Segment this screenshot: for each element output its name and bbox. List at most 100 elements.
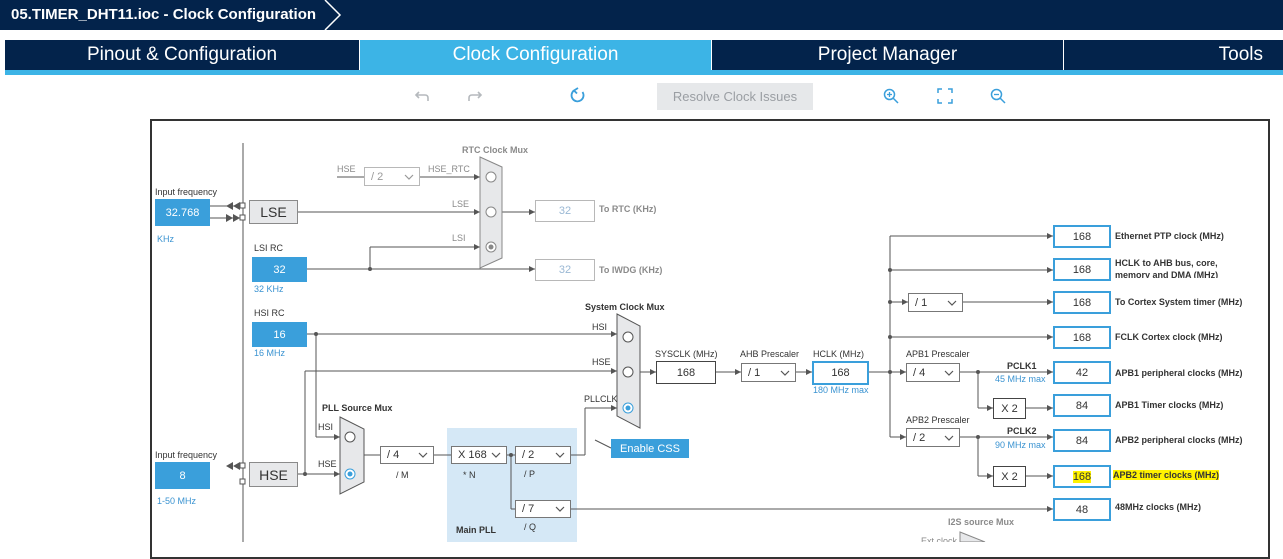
chevron-down-icon: [555, 506, 565, 512]
apb1-prescaler-value: / 4: [913, 366, 926, 379]
chevron-down-icon: [947, 300, 957, 306]
ahb-prescaler-select[interactable]: / 1: [741, 363, 796, 382]
hsi-unit: 16 MHz: [254, 348, 286, 358]
apb1-timer-value: 84: [1053, 394, 1111, 417]
chevron-down-icon: [944, 435, 954, 441]
rtc-hse-rtc-label: HSE_RTC: [428, 164, 470, 174]
pll-source-mux-title: PLL Source Mux: [322, 403, 393, 413]
fclk-cortex-value: 168: [1053, 326, 1111, 349]
sysmux-hsi-label: HSI: [592, 322, 608, 332]
pll-q-label: / Q: [524, 522, 537, 532]
pll-n-multiplier[interactable]: X 168: [451, 446, 507, 464]
main-pll-title: Main PLL: [456, 525, 496, 535]
pll-source-hse-label: HSE: [318, 459, 337, 469]
usb-48mhz-label: 48MHz clocks (MHz): [1115, 502, 1202, 512]
hclk-max: 180 MHz max: [813, 385, 869, 395]
system-mux-shape: [616, 313, 641, 429]
chevron-down-icon: [404, 174, 414, 180]
pll-n-value: X 168: [458, 449, 487, 461]
lsi-unit: 32 KHz: [254, 284, 284, 294]
i2s-mux-shape: [959, 531, 986, 542]
chevron-down-icon: [780, 370, 790, 376]
pclk2-max: 90 MHz max: [995, 440, 1046, 450]
apb1-peripheral-label: APB1 peripheral clocks (MHz): [1115, 368, 1243, 378]
apb1-peripheral-value: 42: [1053, 361, 1111, 384]
rtc-hse-label: HSE: [337, 164, 356, 174]
sysmux-pllclk-label: PLLCLK: [584, 394, 618, 404]
apb2-peripheral-value: 84: [1053, 429, 1111, 452]
system-clock-mux-title: System Clock Mux: [585, 302, 665, 312]
to-rtc-value: 32: [535, 200, 595, 222]
hse-range: 1-50 MHz: [157, 496, 197, 506]
sysmux-hse-label: HSE: [592, 357, 611, 367]
rtc-lse-label: LSE: [452, 199, 470, 209]
chevron-down-icon: [491, 452, 501, 458]
to-iwdg-value: 32: [535, 259, 595, 281]
apb2-timer-label-text: APB2 timer clocks (MHz): [1113, 470, 1220, 480]
apb1-timer-multiplier: X 2: [993, 398, 1026, 419]
pll-m-divider[interactable]: / 4: [380, 446, 434, 464]
pll-p-label: / P: [524, 469, 536, 479]
apb2-timer-value-text: 168: [1072, 470, 1092, 483]
hse-input-frequency[interactable]: 8: [155, 462, 210, 489]
rtc-mux-shape: [479, 156, 503, 269]
rtc-hse-divider-value: / 2: [371, 170, 384, 183]
apb1-prescaler-select[interactable]: / 4: [906, 363, 960, 382]
pll-q-divider[interactable]: / 7: [515, 500, 571, 518]
sysclk-label: SYSCLK (MHz): [655, 349, 718, 359]
to-iwdg-label: To IWDG (KHz): [599, 265, 663, 275]
hclk-value[interactable]: 168: [812, 361, 869, 385]
pclk1-max: 45 MHz max: [995, 374, 1046, 384]
cortex-timer-divider-value: / 1: [915, 296, 928, 309]
rtc-hse-divider[interactable]: / 2: [364, 167, 420, 186]
ethernet-ptp-clock-label: Ethernet PTP clock (MHz): [1115, 231, 1224, 241]
i2s-source-mux-title: I2S source Mux: [948, 517, 1015, 527]
apb2-timer-multiplier: X 2: [993, 466, 1026, 487]
pclk1-label: PCLK1: [1007, 361, 1037, 371]
pll-p-divider[interactable]: / 2: [515, 446, 571, 464]
hclk-ahb-value: 168: [1053, 258, 1111, 281]
ahb-prescaler-label: AHB Prescaler: [740, 349, 800, 359]
rtc-mux-title: RTC Clock Mux: [462, 145, 529, 155]
cortex-timer-value: 168: [1053, 291, 1111, 314]
hclk-ahb-label: HCLK to AHB bus, core, memory and DMA (M…: [1115, 258, 1219, 278]
hclk-label: HCLK (MHz): [813, 349, 864, 359]
chevron-down-icon: [555, 452, 565, 458]
sysclk-value: 168: [656, 361, 716, 384]
i2s-ext-clock-label: Ext clock: [921, 536, 958, 542]
pclk2-label: PCLK2: [1007, 426, 1037, 436]
pll-source-mux-shape: [339, 416, 365, 495]
pll-source-hsi-label: HSI: [318, 422, 334, 432]
apb2-timer-value: 168: [1053, 465, 1111, 488]
lse-input-label: Input frequency: [155, 187, 218, 197]
usb-48mhz-value: 48: [1053, 498, 1111, 521]
ethernet-ptp-clock-value: 168: [1053, 225, 1111, 248]
apb2-peripheral-label: APB2 peripheral clocks (MHz): [1115, 435, 1243, 445]
hse-input-label: Input frequency: [155, 450, 218, 460]
apb1-prescaler-label: APB1 Prescaler: [906, 349, 970, 359]
lsi-label: LSI RC: [254, 243, 284, 253]
ahb-prescaler-value: / 1: [748, 366, 761, 379]
apb2-timer-label: APB2 timer clocks (MHz): [1113, 470, 1283, 480]
lsi-value: 32: [252, 257, 307, 282]
chevron-down-icon: [944, 370, 954, 376]
pll-q-value: / 7: [522, 503, 535, 515]
to-rtc-label: To RTC (KHz): [599, 204, 657, 214]
cortex-timer-label: To Cortex System timer (MHz): [1115, 297, 1243, 307]
apb2-prescaler-label: APB2 Prescaler: [906, 415, 970, 425]
cortex-timer-divider[interactable]: / 1: [908, 293, 963, 312]
lse-unit: KHz: [157, 234, 175, 244]
lse-block: LSE: [249, 200, 298, 224]
hsi-value: 16: [252, 322, 307, 347]
pll-m-label: / M: [396, 470, 409, 480]
apb2-prescaler-select[interactable]: / 2: [906, 428, 960, 447]
fclk-cortex-label: FCLK Cortex clock (MHz): [1115, 332, 1223, 342]
chevron-down-icon: [418, 452, 428, 458]
apb1-timer-label: APB1 Timer clocks (MHz): [1115, 400, 1224, 410]
hse-block: HSE: [249, 462, 298, 487]
lse-input-frequency[interactable]: 32.768: [155, 199, 210, 226]
pll-p-value: / 2: [522, 449, 535, 461]
pll-n-label: * N: [463, 470, 476, 480]
enable-css-button[interactable]: Enable CSS: [611, 439, 689, 458]
rtc-lsi-label: LSI: [452, 233, 466, 243]
